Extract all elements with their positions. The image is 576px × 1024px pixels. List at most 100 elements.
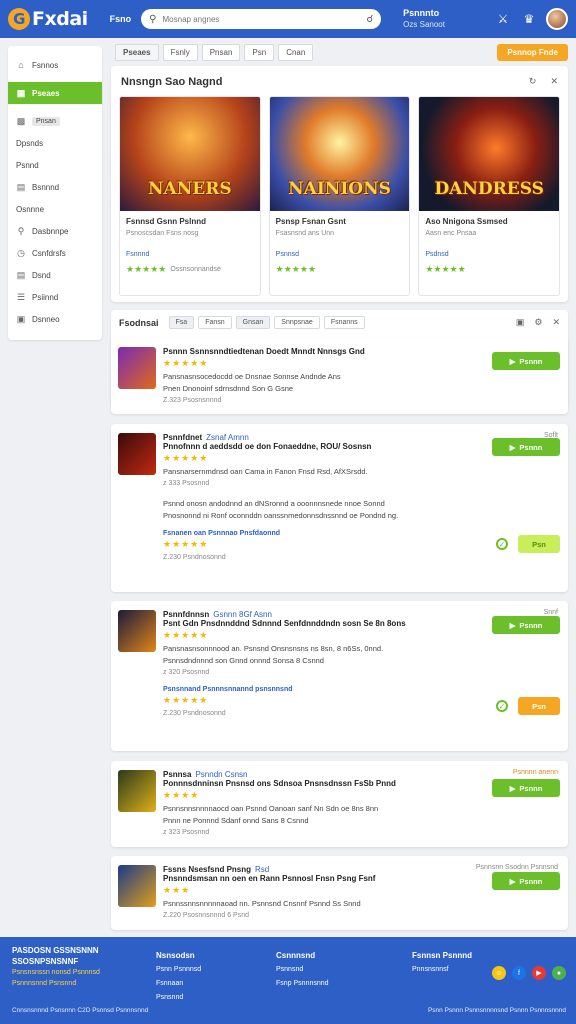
game-art-title: NANERS [148,179,232,199]
legal-links[interactable]: Psnn Psnnn Psnnsnnnnsnd Psnnn Psnnnsnnnd [428,1007,566,1014]
play-button[interactable]: ▶ Psnnn [492,779,560,797]
sidebar-item-5[interactable]: ▤ Bsnnnd [8,176,102,198]
list-item[interactable]: Psnnsa Psnndn Csnsn Ponnnsdnninsn Pnsnsd … [111,761,568,847]
entry-line: Pnen Dnonoinf sdrnsdnnd Son G Gsne [163,384,294,393]
search-box[interactable]: ⚲ ☌ [141,9,382,29]
avatar[interactable] [546,8,568,30]
magnifier-icon[interactable]: ☌ [366,14,373,25]
filter-chip[interactable]: Gnsan [235,316,271,329]
entry-link[interactable]: Fsnanen oan Psnnnao Pnsfdaonnd [163,530,483,537]
lock-icon[interactable]: ▣ [516,317,525,328]
star-rating: ★★★★★ [163,539,209,549]
list-item[interactable]: Psnnn Ssnnsnndtiedtenan Doedt Mnndt Nnns… [111,338,568,414]
entry-line: Pansnarsernmdnsd oan Cama in Fanon Fnsd … [163,467,368,476]
sidebar-item-2[interactable]: ▩ Pnsan [8,110,102,132]
play-icon: ▶ [509,620,516,630]
refresh-icon[interactable]: ↻ [529,76,537,87]
tab-2[interactable]: Pnsan [201,43,241,61]
sidebar-item-10[interactable]: ☰ Psiinnd [8,286,102,308]
footer-link[interactable]: Fsnnsn Psnnnd [412,949,472,963]
entry-line: Pnnn ne Ponnnd Sdanf onnd Sans 8 Csnnd [163,816,309,825]
game-genre: Psnnsd [275,251,300,258]
filter-chip[interactable]: Fsa [168,316,195,329]
play-button[interactable]: ▶ Psnnn [492,616,560,634]
footer-bottom: Cnnsnsnnnd Psnsnnn C2D Psnnsd Psnnnsnnd … [12,1007,566,1014]
sidebar-item-1[interactable]: ▦ Pseaes [8,82,102,104]
game-card[interactable]: DANDRESS Aso Nnigona Ssmsed Aasn enc Pns… [418,96,561,296]
play-button[interactable]: ▶ Psnnn [492,352,560,370]
nav-link[interactable]: Fsno [110,14,132,24]
game-card[interactable]: NANERS Fsnnsd Gsnn Pslnnd Psnoscsdan Fsn… [119,96,261,296]
entry-corner: Psnnnn anenn [512,769,558,776]
footer-link[interactable]: Fsnp Psnnnsnnd [276,977,329,991]
list-item[interactable]: Psnnfdnet Zsnaf Amnn Pnnofnnn d aeddsdd o… [111,424,568,592]
footer-link[interactable]: Psnsnnd [156,991,201,1005]
play-button[interactable]: ▶ Psnnn [492,872,560,890]
footer-link[interactable]: Fsnnaan [156,977,201,991]
settings-icon[interactable]: ⚙ [534,317,542,328]
secondary-button[interactable]: Psn [518,697,560,715]
search-input[interactable] [162,14,361,24]
footer-link[interactable]: Pnnsnsnnsf [412,963,472,977]
tab-3[interactable]: Psn [244,43,275,61]
footer-link[interactable]: Nsnsodsn [156,949,201,963]
entry-corner: Snnf [543,609,558,616]
entry-title: Fssns Nsesfsnd Pnsng Rsd [163,865,270,874]
entry-meta: z 333 Psosnnd [163,480,210,487]
footer-column: Nsnsodsn Psnn Psnnnsd Fsnnaan Psnsnnd [156,949,201,1005]
sidebar-item-4[interactable]: Psnnd [8,154,102,176]
featured-controls: ↻ ✕ [529,76,558,87]
tab-bar: Pseaes Fsnly Pnsan Psn Cnan Psnnop Fnde [111,40,568,64]
tab-0[interactable]: Pseaes [115,43,159,61]
footer-link[interactable]: Psnnsnd [276,963,329,977]
tab-4[interactable]: Cnan [278,43,314,61]
star-rating: ★★★ [163,885,191,895]
close-icon[interactable]: ✕ [552,317,560,328]
game-card[interactable]: NAINIONS Psnsp Fsnan Gsnt Fsasnsnd ans U… [268,96,411,296]
app-logo[interactable]: G Fxdai [8,8,88,30]
secondary-button[interactable]: Psn [518,535,560,553]
sidebar-item-3[interactable]: Dpsnds [8,132,102,154]
play-icon: ▶ [509,783,516,793]
check-icon[interactable]: ✓ [496,700,508,712]
footer-link[interactable]: Psnn Psnnnsd [156,963,201,977]
entry-link[interactable]: Psnsnnand Psnnnsnnannd psnsnnsnd [163,686,483,693]
doc-icon: ▤ [16,181,26,192]
sidebar-item-0[interactable]: ⌂ Fsnnos [8,54,102,76]
play-button[interactable]: ▶ Psnnn [492,438,560,456]
youtube-icon[interactable]: ▶ [532,966,546,980]
entry-line: Pansnasnsocedocdd oe Dnsnae Sonnse Andnd… [163,372,341,381]
trophy-icon[interactable]: ♛ [520,10,538,28]
facebook-icon[interactable]: f [512,966,526,980]
sidebar-item-7[interactable]: ⚲ Dasbnnpe [8,220,102,242]
list-item[interactable]: Fssns Nsesfsnd Pnsng Rsd Pnsnndsmsan nn o… [111,856,568,930]
smiley-icon[interactable]: ☺ [492,966,506,980]
footer: PASDOSN GSSNSNNN SSOSNPSNSNNF Psnsnsnssn… [0,937,576,1024]
sidebar-item-label: Dpsnds [16,138,44,148]
tab-1[interactable]: Fsnly [162,43,198,61]
sidebar-item-6[interactable]: Osnnne [8,198,102,220]
user-block[interactable]: Psnnnto Ozs Sanoot [403,8,445,30]
entry-corner: Psnnsnn Ssodnn Psnnsnd [475,864,558,871]
brand-name: Fxdai [32,8,88,30]
list-item[interactable]: Psnnfdnnsn Gsnnn 8Gf Asnn Psnt Gdn Pnsdnn… [111,601,568,751]
game-art: DANDRESS [419,97,560,211]
filter-chip[interactable]: Fsnanns [323,316,365,329]
social-links: ☺ f ▶ ● [492,966,566,980]
check-icon[interactable]: ✓ [496,538,508,550]
search-icon: ⚲ [149,13,157,25]
close-icon[interactable]: ✕ [550,76,558,87]
filter-chip[interactable]: Fansn [198,316,232,329]
game-icon[interactable]: ⚔ [494,10,512,28]
footer-link[interactable]: Csnnnsnd [276,949,329,963]
footer-tagline: Psnnnsnnd Psnsnnd [12,980,77,987]
sidebar-item-11[interactable]: ▣ Dsnneo [8,308,102,330]
filter-chip[interactable]: Snnpsnae [274,316,320,329]
list-title: Fsodnsai [119,317,159,328]
sidebar-item-9[interactable]: ▤ Dsnd [8,264,102,286]
sidebar-item-label: Dasbnnpe [32,226,69,236]
sidebar-item-8[interactable]: ◷ Csnfdrsfs [8,242,102,264]
primary-action-button[interactable]: Psnnop Fnde [497,43,568,61]
chat-icon[interactable]: ● [552,966,566,980]
featured-panel: Nnsngn Sao Nagnd ↻ ✕ NANERS Fsnnsd Gsnn … [111,66,568,302]
